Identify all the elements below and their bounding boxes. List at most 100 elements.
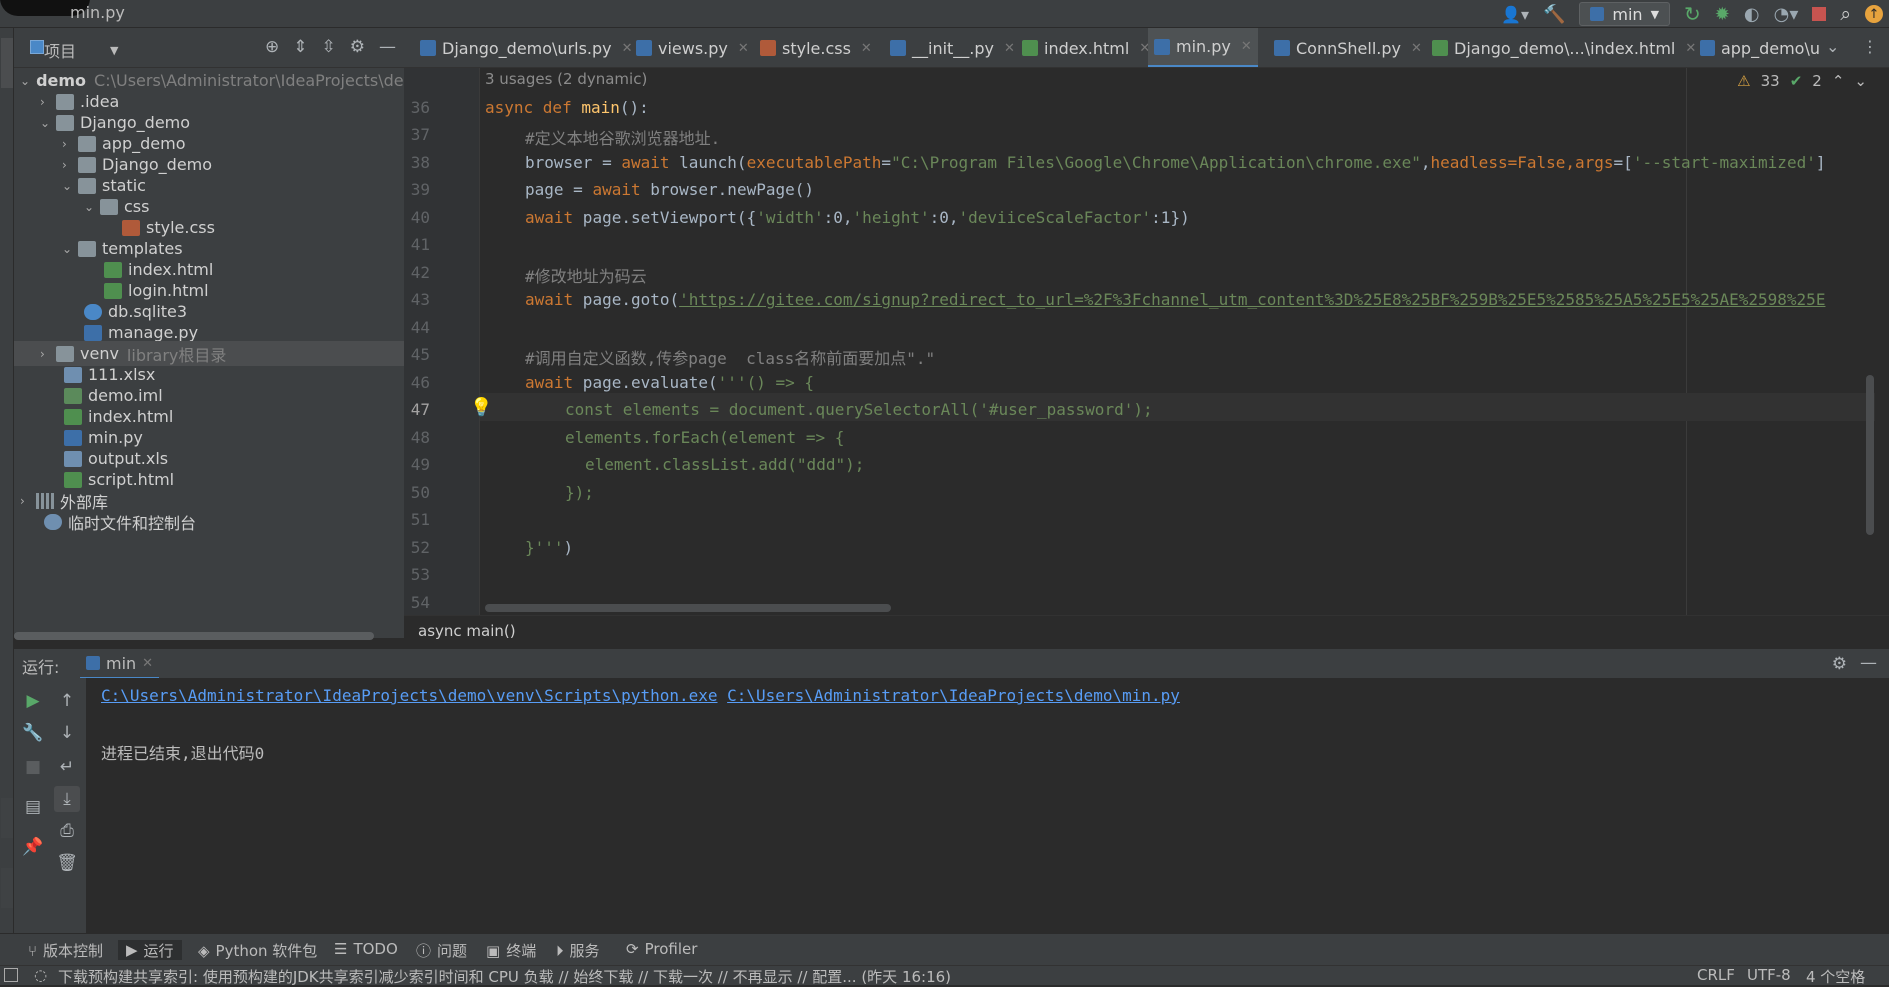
tree-node-scratches[interactable]: 临时文件和控制台 [14,509,434,534]
soft-wrap-icon[interactable]: ↵ [54,754,80,780]
coverage-icon[interactable]: ◐ [1744,4,1760,25]
code-token: ] [1815,153,1826,172]
tab-django-index-html[interactable]: Django_demo\...\index.html ✕ [1426,28,1702,67]
arrow-up-icon[interactable]: ↑ [54,688,80,714]
close-icon[interactable]: ✕ [1004,41,1015,56]
close-icon[interactable]: ✕ [1241,39,1252,54]
chevron-right-icon[interactable]: › [20,494,36,508]
chevron-down-icon[interactable]: ⌄ [84,200,100,214]
breadcrumb[interactable]: async main() [418,622,516,640]
close-icon[interactable]: ✕ [738,41,749,56]
tab-min-py[interactable]: min.py ✕ [1148,28,1258,67]
tab-django-urls[interactable]: Django_demo\urls.py ✕ [414,28,639,67]
html-file-icon [104,282,122,299]
hide-panel-icon[interactable]: — [1860,653,1877,673]
scroll-to-end-icon[interactable]: ⤓ [54,786,80,812]
python-exe-link[interactable]: C:\Users\Administrator\IdeaProjects\demo… [101,686,718,705]
tool-window-profiler[interactable]: ⟳ Profiler [626,940,697,958]
chevron-up-icon[interactable]: ⌃ [1832,72,1845,90]
chevron-right-icon[interactable]: › [62,137,78,151]
script-path-link[interactable]: C:\Users\Administrator\IdeaProjects\demo… [727,686,1180,705]
python-file-icon [1154,38,1170,55]
chevron-right-icon[interactable]: › [40,347,56,361]
tool-window-python-packages[interactable]: ◈ Python 软件包 [198,940,317,961]
tab-app-demo[interactable]: app_demo\u [1694,28,1826,67]
tab-index-html[interactable]: index.html ✕ [1016,28,1156,67]
project-tool-button[interactable] [1,38,13,88]
collapse-all-icon[interactable]: ⇳ [322,37,336,57]
code-token: await [621,153,670,172]
html-file-icon [64,471,82,488]
chevron-down-icon[interactable]: ⌄ [20,74,30,88]
hide-panel-icon[interactable]: — [379,37,396,57]
close-icon[interactable]: ✕ [1411,41,1422,56]
file-encoding[interactable]: UTF-8 [1747,966,1791,984]
chevron-down-icon[interactable]: ⌄ [1826,37,1839,56]
inspection-widget[interactable]: ⚠ 33 ✔ 2 ⌃ ⌄ [1737,72,1867,90]
code-line: await page.goto('https://gitee.com/signu… [525,290,1875,309]
chevron-right-icon[interactable]: › [62,158,78,172]
tree-label: Django_demo [102,155,213,174]
close-icon[interactable]: ✕ [142,656,153,671]
tab-style-css[interactable]: style.css ✕ [754,28,878,67]
tree-horizontal-scrollbar[interactable] [14,632,374,640]
editor-horizontal-scrollbar[interactable] [485,604,891,612]
line-separator[interactable]: CRLF [1697,966,1735,984]
run-config-selector[interactable]: min ▼ [1579,2,1671,26]
gear-icon[interactable]: ⚙ [1832,654,1847,674]
tab-connshell[interactable]: ConnShell.py ✕ [1268,28,1428,67]
editor-vertical-scrollbar[interactable] [1866,375,1874,535]
code-token: await [525,290,574,309]
bookmarks-tool-button[interactable] [1,798,13,838]
folder-icon [56,345,74,362]
tool-window-run[interactable]: ▶ 运行 [118,940,182,960]
arrow-down-icon[interactable]: ↓ [54,720,80,746]
debug-bug-icon[interactable]: ✹ [1715,4,1730,25]
project-view-selector[interactable]: 项目 ▼ [44,38,118,62]
stop-icon[interactable]: ■ [20,754,46,780]
tab-init[interactable]: __init__.py ✕ [884,28,1021,67]
rerun-play-icon[interactable]: ▶ [20,688,46,714]
chevron-right-icon[interactable]: › [40,95,56,109]
tool-window-todo[interactable]: ☰ TODO [334,940,398,958]
stop-icon[interactable] [1812,7,1827,21]
chevron-down-icon[interactable]: ⌄ [40,116,56,130]
lightbulb-icon[interactable]: 💡 [470,397,492,418]
wrench-icon[interactable]: 🔧 [20,720,46,746]
indent-setting[interactable]: 4 个空格 [1806,966,1865,987]
run-tab-min[interactable]: min ✕ [80,649,160,679]
rerun-icon[interactable]: ↻ [1684,2,1701,26]
search-icon[interactable]: ⌕ [1840,3,1851,25]
close-icon[interactable]: ✕ [861,41,872,56]
structure-tool-button[interactable] [1,868,13,908]
chevron-down-icon[interactable]: ⌄ [62,179,78,193]
pin-icon[interactable]: 📌 [20,834,46,860]
profile-run-icon[interactable]: ◔▾ [1774,4,1799,25]
usages-hint[interactable]: 3 usages (2 dynamic) [485,70,647,88]
layout-icon[interactable]: ▤ [20,794,46,820]
tool-window-vcs[interactable]: ⑂ 版本控制 [28,940,103,961]
gear-icon[interactable]: ⚙ [350,37,365,57]
code-string: }); [565,483,594,502]
tool-window-problems[interactable]: ⓘ 问题 [416,940,467,961]
locate-crosshair-icon[interactable]: ⊕ [265,37,279,57]
code-string: elements.forEach(element => { [565,428,845,447]
build-hammer-icon[interactable]: 🔨 [1543,4,1565,25]
print-icon[interactable]: ⎙ [54,818,80,844]
code-token: main [581,98,620,117]
chevron-down-icon[interactable]: ⌄ [1854,72,1867,90]
chevron-down-icon[interactable]: ⌄ [62,242,78,256]
user-icon[interactable]: 👤▾ [1501,5,1529,24]
expand-all-icon[interactable]: ⇕ [293,37,307,57]
status-message[interactable]: 下载预构建共享索引: 使用预构建的JDK共享索引减少索引时间和 CPU 负载 /… [58,966,951,987]
tool-window-terminal[interactable]: ▣ 终端 [486,940,536,961]
tool-window-services[interactable]: ⏵ 服务 [556,940,600,961]
trash-icon[interactable]: 🗑 [54,850,80,876]
update-icon[interactable]: ↑ [1865,5,1883,23]
code-line: browser = await launch(executablePath="C… [525,153,1825,172]
run-console[interactable] [14,678,1889,933]
tab-views[interactable]: views.py ✕ [630,28,755,67]
code-editor[interactable] [404,68,1889,615]
more-vertical-icon[interactable]: ⋮ [1862,37,1878,56]
status-toggle-icon[interactable] [4,968,18,982]
